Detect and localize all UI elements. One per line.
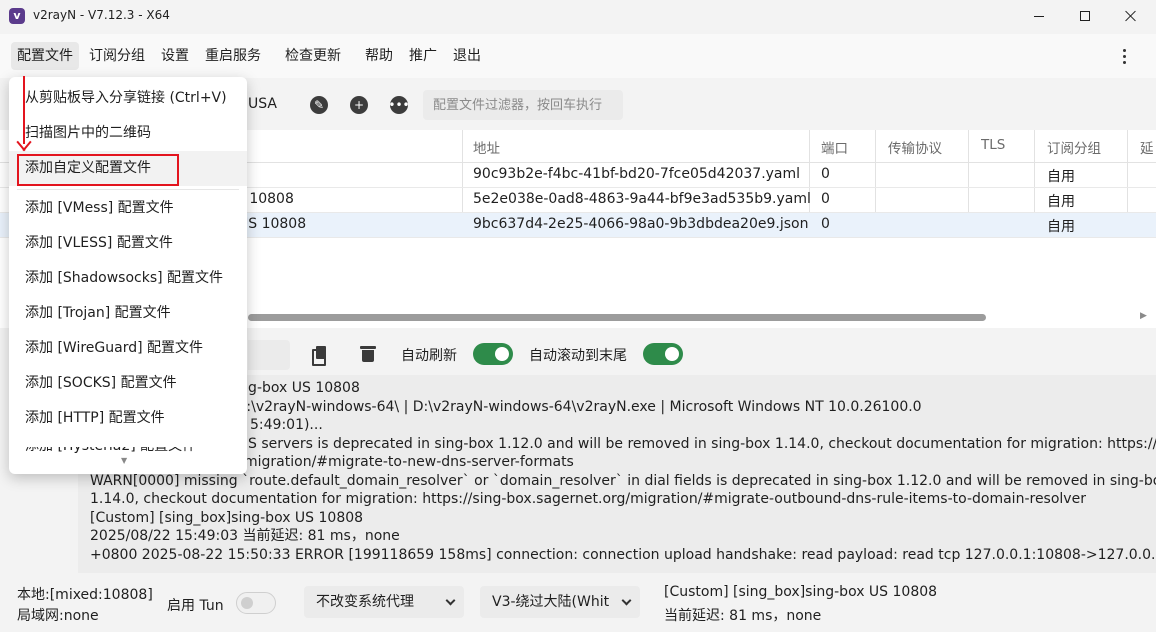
cell-subgroup: 自用 bbox=[1047, 169, 1075, 185]
column-header-subgroup[interactable]: 订阅分组 bbox=[1047, 137, 1101, 157]
auto-scroll-label: 自动滚动到末尾 bbox=[529, 348, 627, 364]
add-icon[interactable]: + bbox=[350, 96, 368, 114]
tun-toggle[interactable] bbox=[236, 592, 276, 614]
menu-add-vmess[interactable]: 添加 [VMess] 配置文件 bbox=[9, 191, 247, 226]
system-proxy-select[interactable]: 不改变系统代理 bbox=[304, 586, 464, 618]
local-port-status: 本地:[mixed:10808] bbox=[17, 587, 153, 603]
auto-scroll-toggle[interactable] bbox=[643, 343, 683, 365]
menu-add-hysteria2-partial[interactable]: 添加 [Hysteria2] 配置文件 bbox=[25, 447, 245, 455]
column-header-delay[interactable]: 延 bbox=[1140, 137, 1154, 157]
minimize-button[interactable] bbox=[1016, 0, 1062, 32]
edit-icon[interactable]: ✎ bbox=[310, 96, 328, 114]
system-proxy-value: 不改变系统代理 bbox=[316, 594, 414, 610]
more-icon[interactable]: ••• bbox=[388, 96, 410, 114]
more-options-icon[interactable] bbox=[1112, 44, 1136, 68]
menu-help[interactable]: 帮助 bbox=[359, 42, 399, 70]
menu-import-clipboard[interactable]: 从剪贴板导入分享链接 (Ctrl+V) bbox=[9, 81, 247, 116]
cell-subgroup: 自用 bbox=[1047, 194, 1075, 210]
cell-port: 0 bbox=[821, 166, 830, 182]
column-header-network[interactable]: 传输协议 bbox=[888, 137, 942, 157]
log-line: +0800 2025-08-22 15:50:33 ERROR [1991186… bbox=[90, 546, 1156, 563]
annotation-highlight-box bbox=[17, 154, 179, 186]
menu-add-socks[interactable]: 添加 [SOCKS] 配置文件 bbox=[9, 366, 247, 401]
log-line: D:\v2rayN-windows-64\ | D:\v2rayN-window… bbox=[200, 398, 922, 415]
status-bar: 本地:[mixed:10808] 局域网:none 启用 Tun 不改变系统代理… bbox=[0, 574, 1156, 632]
menu-partial-label: 添加 [Hysteria2] 配置文件 bbox=[25, 447, 245, 455]
annotation-arrow-head-icon bbox=[17, 140, 31, 154]
current-server: [Custom] [sing_box]sing-box US 10808 bbox=[664, 584, 938, 600]
auto-refresh-label: 自动刷新 bbox=[401, 348, 457, 364]
chevron-down-icon bbox=[621, 595, 632, 606]
horizontal-scrollbar[interactable] bbox=[248, 314, 986, 321]
column-header-tls[interactable]: TLS bbox=[981, 137, 1005, 153]
auto-refresh-toggle[interactable] bbox=[473, 343, 513, 365]
log-line: 5:49:01)... bbox=[250, 417, 323, 433]
title-bar: v v2rayN - V7.12.3 - X64 bbox=[0, 0, 1156, 32]
cell-subgroup: 自用 bbox=[1047, 219, 1075, 235]
cell-address: 9bc637d4-2e25-4066-98a0-9b3dbdea20e9.jso… bbox=[473, 216, 809, 232]
menu-promotion[interactable]: 推广 bbox=[403, 42, 443, 70]
log-line: sing-box US 10808 bbox=[228, 380, 360, 396]
scroll-right-arrow-icon[interactable]: ▶ bbox=[1140, 311, 1147, 321]
cell-address: 90c93b2e-f4bc-41bf-bd20-7fce05d42037.yam… bbox=[473, 166, 801, 182]
window-title: v2rayN - V7.12.3 - X64 bbox=[33, 8, 170, 22]
menu-separator bbox=[17, 189, 239, 190]
menu-add-wireguard[interactable]: 添加 [WireGuard] 配置文件 bbox=[9, 331, 247, 366]
v2rayn-logo-icon: v bbox=[9, 8, 25, 24]
cell-name: US 10808 bbox=[238, 216, 307, 232]
cell-address: 5e2e038e-0ad8-4863-9a44-bf9e3ad535b9.yam… bbox=[473, 191, 811, 207]
log-line: 2025/08/22 15:49:03 当前延迟: 81 ms，none bbox=[90, 528, 400, 544]
copy-icon[interactable] bbox=[312, 346, 328, 366]
maximize-button[interactable] bbox=[1062, 0, 1108, 32]
menu-check-update[interactable]: 检查更新 bbox=[279, 42, 347, 70]
log-line: WARN[0000] missing `route.default_domain… bbox=[90, 472, 1156, 489]
close-button[interactable] bbox=[1108, 0, 1154, 32]
log-line: S servers is deprecated in sing-box 1.12… bbox=[248, 435, 1156, 452]
profiles-dropdown-menu: 从剪贴板导入分享链接 (Ctrl+V) 扫描图片中的二维码 添加自定义配置文件 … bbox=[9, 77, 247, 474]
lan-status: 局域网:none bbox=[17, 608, 99, 624]
cell-port: 0 bbox=[821, 191, 830, 207]
menu-restart-service[interactable]: 重启服务 bbox=[199, 42, 267, 70]
menu-scan-qrcode[interactable]: 扫描图片中的二维码 bbox=[9, 116, 247, 151]
cell-port: 0 bbox=[821, 216, 830, 232]
log-filter-input[interactable] bbox=[248, 340, 290, 370]
routing-select[interactable]: V3-绕过大陆(Whit bbox=[480, 586, 640, 618]
log-line: [Custom] [sing_box]sing-box US 10808 bbox=[90, 509, 364, 526]
menu-subscription-group[interactable]: 订阅分组 bbox=[83, 42, 151, 70]
minimize-icon bbox=[1034, 15, 1044, 17]
trash-icon[interactable] bbox=[360, 346, 376, 362]
tun-label: 启用 Tun bbox=[167, 598, 224, 614]
column-header-port[interactable]: 端口 bbox=[821, 137, 848, 157]
menu-profiles[interactable]: 配置文件 bbox=[11, 42, 79, 70]
close-icon bbox=[1125, 10, 1137, 22]
annotation-arrow-line bbox=[23, 76, 25, 144]
menu-bar: 配置文件 订阅分组 设置 重启服务 检查更新 帮助 推广 退出 bbox=[0, 34, 1156, 78]
log-line: 1.14.0, checkout documentation for migra… bbox=[90, 491, 1086, 507]
profile-filter-input[interactable] bbox=[423, 90, 623, 120]
chevron-down-icon bbox=[445, 595, 456, 606]
menu-exit[interactable]: 退出 bbox=[447, 42, 487, 70]
menu-settings[interactable]: 设置 bbox=[155, 42, 195, 70]
column-header-address[interactable]: 地址 bbox=[473, 137, 500, 157]
menu-add-shadowsocks[interactable]: 添加 [Shadowsocks] 配置文件 bbox=[9, 261, 247, 296]
log-line: migration/#migrate-to-new-dns-server-for… bbox=[244, 454, 574, 470]
menu-add-http[interactable]: 添加 [HTTP] 配置文件 bbox=[9, 401, 247, 436]
routing-value: V3-绕过大陆(Whit bbox=[492, 594, 610, 610]
scroll-down-arrow-icon[interactable]: ▼ bbox=[121, 456, 127, 465]
current-delay: 当前延迟: 81 ms，none bbox=[664, 608, 822, 624]
menu-add-vless[interactable]: 添加 [VLESS] 配置文件 bbox=[9, 226, 247, 261]
group-tab-usa[interactable]: USA bbox=[248, 96, 277, 112]
maximize-icon bbox=[1080, 11, 1090, 21]
menu-add-trojan[interactable]: 添加 [Trojan] 配置文件 bbox=[9, 296, 247, 331]
